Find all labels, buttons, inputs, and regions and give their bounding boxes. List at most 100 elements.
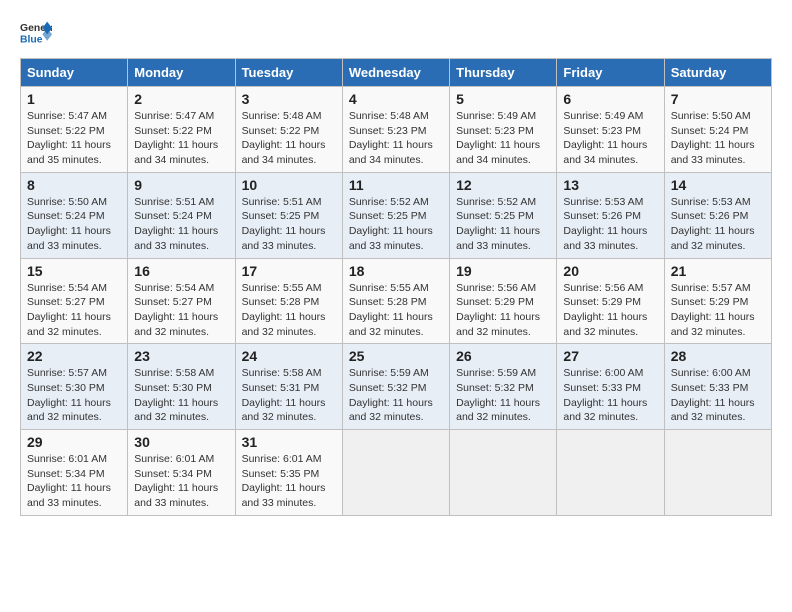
logo: General Blue bbox=[20, 20, 52, 48]
day-info: Sunrise: 5:55 AM Sunset: 5:28 PM Dayligh… bbox=[242, 281, 336, 340]
calendar-week-4: 22 Sunrise: 5:57 AM Sunset: 5:30 PM Dayli… bbox=[21, 344, 772, 430]
weekday-header-sunday: Sunday bbox=[21, 59, 128, 87]
day-number: 25 bbox=[349, 348, 443, 364]
calendar-cell: 7Sunrise: 5:50 AM Sunset: 5:24 PM Daylig… bbox=[664, 87, 771, 173]
day-info: Sunrise: 5:55 AM Sunset: 5:28 PM Dayligh… bbox=[349, 281, 443, 340]
calendar-cell: 29 Sunrise: 6:01 AM Sunset: 5:34 PM Dayli… bbox=[21, 430, 128, 516]
day-number: 2 bbox=[134, 91, 228, 107]
calendar-cell: 23 Sunrise: 5:58 AM Sunset: 5:30 PM Dayli… bbox=[128, 344, 235, 430]
calendar-cell: 2 Sunrise: 5:47 AM Sunset: 5:22 PM Daylig… bbox=[128, 87, 235, 173]
calendar-cell bbox=[557, 430, 664, 516]
day-info: Sunrise: 5:50 AM Sunset: 5:24 PM Dayligh… bbox=[27, 195, 121, 254]
calendar-cell bbox=[664, 430, 771, 516]
day-info: Sunrise: 6:00 AM Sunset: 5:33 PM Dayligh… bbox=[671, 366, 765, 425]
day-number: 18 bbox=[349, 263, 443, 279]
calendar-cell: 18 Sunrise: 5:55 AM Sunset: 5:28 PM Dayli… bbox=[342, 258, 449, 344]
day-info: Sunrise: 5:58 AM Sunset: 5:30 PM Dayligh… bbox=[134, 366, 228, 425]
weekday-header-row: SundayMondayTuesdayWednesdayThursdayFrid… bbox=[21, 59, 772, 87]
day-info: Sunrise: 5:57 AM Sunset: 5:30 PM Dayligh… bbox=[27, 366, 121, 425]
svg-text:Blue: Blue bbox=[20, 34, 43, 45]
calendar-cell bbox=[450, 430, 557, 516]
day-info: Sunrise: 5:47 AM Sunset: 5:22 PM Dayligh… bbox=[134, 109, 228, 168]
day-info: Sunrise: 5:58 AM Sunset: 5:31 PM Dayligh… bbox=[242, 366, 336, 425]
calendar-cell: 24 Sunrise: 5:58 AM Sunset: 5:31 PM Dayli… bbox=[235, 344, 342, 430]
day-number: 9 bbox=[134, 177, 228, 193]
weekday-header-wednesday: Wednesday bbox=[342, 59, 449, 87]
weekday-header-thursday: Thursday bbox=[450, 59, 557, 87]
day-info: Sunrise: 5:48 AM Sunset: 5:23 PM Dayligh… bbox=[349, 109, 443, 168]
calendar-body: 1 Sunrise: 5:47 AM Sunset: 5:22 PM Daylig… bbox=[21, 87, 772, 516]
calendar-cell: 22 Sunrise: 5:57 AM Sunset: 5:30 PM Dayli… bbox=[21, 344, 128, 430]
day-number: 6 bbox=[563, 91, 657, 107]
calendar-cell bbox=[342, 430, 449, 516]
calendar-cell: 6 Sunrise: 5:49 AM Sunset: 5:23 PM Daylig… bbox=[557, 87, 664, 173]
day-number: 19 bbox=[456, 263, 550, 279]
calendar-week-2: 8 Sunrise: 5:50 AM Sunset: 5:24 PM Daylig… bbox=[21, 172, 772, 258]
weekday-header-tuesday: Tuesday bbox=[235, 59, 342, 87]
day-number: 16 bbox=[134, 263, 228, 279]
header: General Blue bbox=[20, 20, 772, 48]
calendar-cell: 31 Sunrise: 6:01 AM Sunset: 5:35 PM Dayli… bbox=[235, 430, 342, 516]
day-number: 8 bbox=[27, 177, 121, 193]
day-info: Sunrise: 5:59 AM Sunset: 5:32 PM Dayligh… bbox=[349, 366, 443, 425]
calendar-cell: 16 Sunrise: 5:54 AM Sunset: 5:27 PM Dayli… bbox=[128, 258, 235, 344]
day-info: Sunrise: 6:01 AM Sunset: 5:35 PM Dayligh… bbox=[242, 452, 336, 511]
calendar-week-3: 15Sunrise: 5:54 AM Sunset: 5:27 PM Dayli… bbox=[21, 258, 772, 344]
calendar-cell: 17 Sunrise: 5:55 AM Sunset: 5:28 PM Dayli… bbox=[235, 258, 342, 344]
calendar-cell: 8 Sunrise: 5:50 AM Sunset: 5:24 PM Daylig… bbox=[21, 172, 128, 258]
day-number: 22 bbox=[27, 348, 121, 364]
day-number: 23 bbox=[134, 348, 228, 364]
day-info: Sunrise: 5:50 AM Sunset: 5:24 PM Dayligh… bbox=[671, 109, 765, 168]
calendar-cell: 28 Sunrise: 6:00 AM Sunset: 5:33 PM Dayli… bbox=[664, 344, 771, 430]
calendar-cell: 1Sunrise: 5:47 AM Sunset: 5:22 PM Daylig… bbox=[21, 87, 128, 173]
calendar-cell: 21 Sunrise: 5:57 AM Sunset: 5:29 PM Dayli… bbox=[664, 258, 771, 344]
day-number: 3 bbox=[242, 91, 336, 107]
calendar-cell: 14 Sunrise: 5:53 AM Sunset: 5:26 PM Dayli… bbox=[664, 172, 771, 258]
calendar-cell: 15Sunrise: 5:54 AM Sunset: 5:27 PM Dayli… bbox=[21, 258, 128, 344]
day-info: Sunrise: 5:49 AM Sunset: 5:23 PM Dayligh… bbox=[563, 109, 657, 168]
day-number: 1 bbox=[27, 91, 121, 107]
day-info: Sunrise: 5:48 AM Sunset: 5:22 PM Dayligh… bbox=[242, 109, 336, 168]
calendar-cell: 20 Sunrise: 5:56 AM Sunset: 5:29 PM Dayli… bbox=[557, 258, 664, 344]
calendar-cell: 4Sunrise: 5:48 AM Sunset: 5:23 PM Daylig… bbox=[342, 87, 449, 173]
weekday-header-friday: Friday bbox=[557, 59, 664, 87]
day-info: Sunrise: 5:59 AM Sunset: 5:32 PM Dayligh… bbox=[456, 366, 550, 425]
calendar-cell: 5Sunrise: 5:49 AM Sunset: 5:23 PM Daylig… bbox=[450, 87, 557, 173]
day-number: 14 bbox=[671, 177, 765, 193]
calendar-week-5: 29 Sunrise: 6:01 AM Sunset: 5:34 PM Dayli… bbox=[21, 430, 772, 516]
day-info: Sunrise: 5:56 AM Sunset: 5:29 PM Dayligh… bbox=[456, 281, 550, 340]
day-info: Sunrise: 5:54 AM Sunset: 5:27 PM Dayligh… bbox=[27, 281, 121, 340]
day-info: Sunrise: 6:01 AM Sunset: 5:34 PM Dayligh… bbox=[134, 452, 228, 511]
day-number: 21 bbox=[671, 263, 765, 279]
calendar-cell: 12Sunrise: 5:52 AM Sunset: 5:25 PM Dayli… bbox=[450, 172, 557, 258]
day-number: 10 bbox=[242, 177, 336, 193]
day-info: Sunrise: 5:56 AM Sunset: 5:29 PM Dayligh… bbox=[563, 281, 657, 340]
day-number: 30 bbox=[134, 434, 228, 450]
day-info: Sunrise: 5:51 AM Sunset: 5:24 PM Dayligh… bbox=[134, 195, 228, 254]
calendar-cell: 27Sunrise: 6:00 AM Sunset: 5:33 PM Dayli… bbox=[557, 344, 664, 430]
day-number: 31 bbox=[242, 434, 336, 450]
weekday-header-saturday: Saturday bbox=[664, 59, 771, 87]
day-number: 28 bbox=[671, 348, 765, 364]
day-number: 20 bbox=[563, 263, 657, 279]
calendar-table: SundayMondayTuesdayWednesdayThursdayFrid… bbox=[20, 58, 772, 516]
day-info: Sunrise: 5:53 AM Sunset: 5:26 PM Dayligh… bbox=[563, 195, 657, 254]
day-number: 12 bbox=[456, 177, 550, 193]
day-number: 17 bbox=[242, 263, 336, 279]
day-number: 26 bbox=[456, 348, 550, 364]
calendar-cell: 11 Sunrise: 5:52 AM Sunset: 5:25 PM Dayli… bbox=[342, 172, 449, 258]
day-info: Sunrise: 6:00 AM Sunset: 5:33 PM Dayligh… bbox=[563, 366, 657, 425]
day-info: Sunrise: 5:54 AM Sunset: 5:27 PM Dayligh… bbox=[134, 281, 228, 340]
day-info: Sunrise: 5:57 AM Sunset: 5:29 PM Dayligh… bbox=[671, 281, 765, 340]
calendar-cell: 10Sunrise: 5:51 AM Sunset: 5:25 PM Dayli… bbox=[235, 172, 342, 258]
logo-icon: General Blue bbox=[20, 20, 52, 48]
day-info: Sunrise: 5:52 AM Sunset: 5:25 PM Dayligh… bbox=[349, 195, 443, 254]
day-number: 24 bbox=[242, 348, 336, 364]
day-number: 29 bbox=[27, 434, 121, 450]
day-info: Sunrise: 6:01 AM Sunset: 5:34 PM Dayligh… bbox=[27, 452, 121, 511]
weekday-header-monday: Monday bbox=[128, 59, 235, 87]
day-info: Sunrise: 5:53 AM Sunset: 5:26 PM Dayligh… bbox=[671, 195, 765, 254]
day-number: 13 bbox=[563, 177, 657, 193]
day-number: 11 bbox=[349, 177, 443, 193]
day-info: Sunrise: 5:49 AM Sunset: 5:23 PM Dayligh… bbox=[456, 109, 550, 168]
